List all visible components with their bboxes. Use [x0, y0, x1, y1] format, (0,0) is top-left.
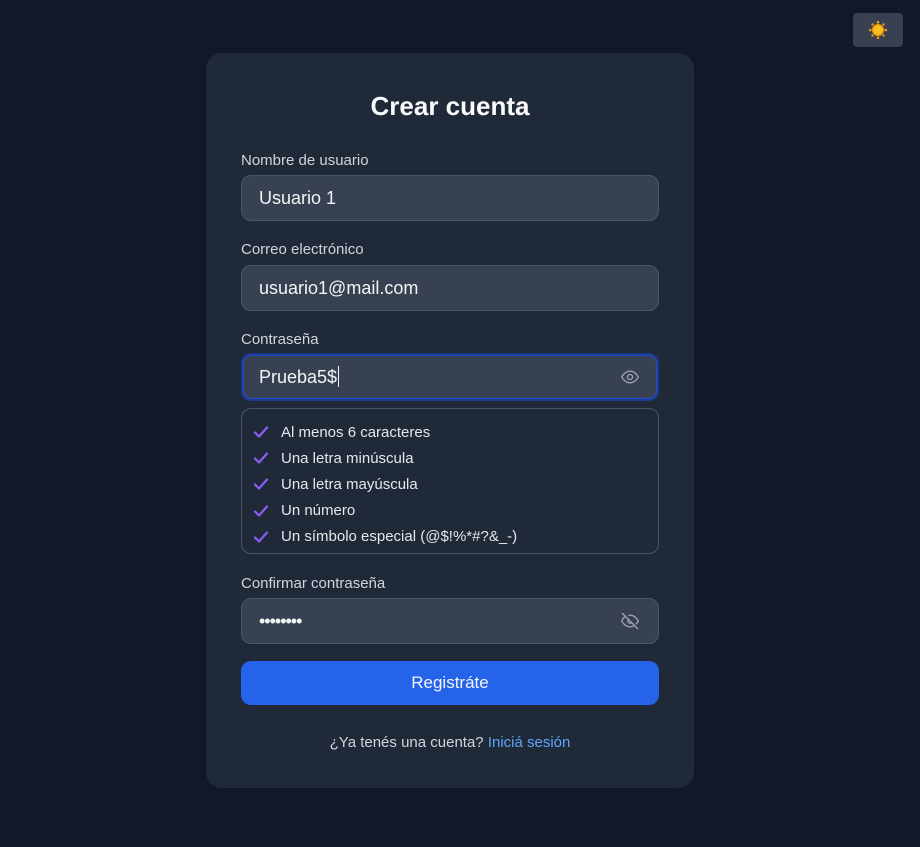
- sun-icon: [868, 20, 888, 40]
- rule-text: Una letra minúscula: [281, 449, 414, 467]
- login-link[interactable]: Iniciá sesión: [488, 734, 571, 751]
- password-rule: Un número: [252, 498, 658, 524]
- password-value: Prueba5$: [259, 367, 338, 387]
- email-input[interactable]: usuario1@mail.com: [241, 265, 659, 311]
- rule-text: Al menos 6 caracteres: [281, 423, 431, 441]
- rule-text: Un símbolo especial (@$!%*#?&_-): [281, 528, 518, 546]
- username-input[interactable]: Usuario 1: [241, 175, 659, 221]
- show-confirm-password-toggle[interactable]: [619, 610, 641, 632]
- rule-text: Un número: [281, 502, 356, 520]
- password-input[interactable]: Prueba5$: [241, 353, 659, 401]
- check-icon: [252, 528, 270, 546]
- login-prompt: ¿Ya tenés una cuenta? Iniciá sesión: [206, 734, 694, 751]
- password-rule: Al menos 6 caracteres: [252, 419, 658, 445]
- username-label: Nombre de usuario: [241, 152, 369, 169]
- password-label: Contraseña: [241, 331, 319, 348]
- register-card: Crear cuenta Nombre de usuario Usuario 1…: [206, 53, 694, 788]
- check-icon: [252, 449, 270, 467]
- rule-text: Una letra mayúscula: [281, 475, 418, 493]
- login-prompt-text: ¿Ya tenés una cuenta?: [329, 734, 484, 751]
- password-rule: Una letra mayúscula: [252, 471, 658, 497]
- register-button[interactable]: Registráte: [241, 661, 659, 705]
- page-title: Crear cuenta: [370, 91, 530, 121]
- email-label: Correo electrónico: [241, 241, 364, 258]
- eye-icon: [621, 370, 639, 384]
- username-value: Usuario 1: [259, 187, 337, 208]
- check-icon: [252, 475, 270, 493]
- confirm-password-value: ••••••••: [259, 610, 302, 631]
- confirm-password-input[interactable]: ••••••••: [241, 598, 659, 644]
- theme-toggle-button[interactable]: [853, 13, 903, 47]
- password-rules: Al menos 6 caracteres Una letra minúscul…: [241, 408, 659, 554]
- check-icon: [252, 502, 270, 520]
- eye-off-icon: [621, 612, 639, 630]
- email-value: usuario1@mail.com: [259, 277, 419, 298]
- password-rule: Una letra minúscula: [252, 445, 658, 471]
- show-password-toggle[interactable]: [619, 366, 641, 388]
- password-rule: Un símbolo especial (@$!%*#?&_-): [252, 524, 658, 550]
- check-icon: [252, 423, 270, 441]
- confirm-password-label: Confirmar contraseña: [241, 575, 386, 592]
- text-caret: [338, 366, 340, 387]
